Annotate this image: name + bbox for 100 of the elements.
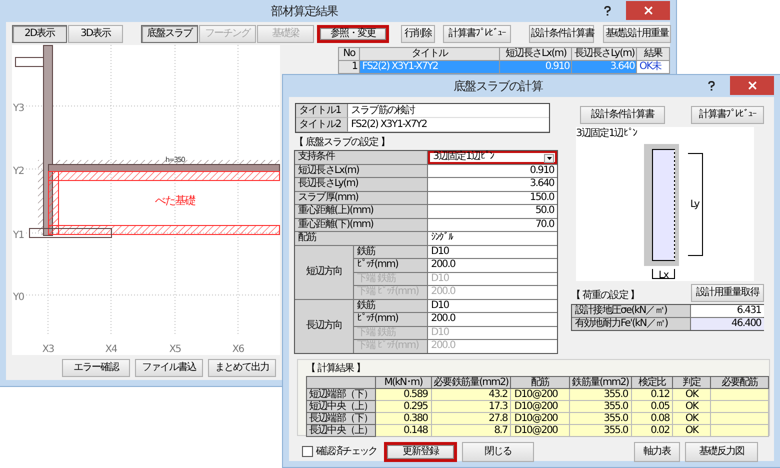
- table-cell: 355.0: [570, 400, 632, 412]
- dropdown-arrow-icon[interactable]: [544, 154, 554, 163]
- field-label: 配筋: [295, 232, 427, 244]
- number-field[interactable]: 70.0: [428, 218, 557, 231]
- table-cell: 0.380: [375, 412, 432, 424]
- value-field[interactable]: ｼﾝｸﾞﾙ: [428, 232, 557, 244]
- dimension-label: Lx: [658, 270, 668, 280]
- action-button[interactable]: 行削除: [401, 25, 435, 43]
- member-tab[interactable]: 底盤スラブ: [141, 25, 198, 43]
- field-label: ﾋﾟｯﾁ(mm): [354, 313, 427, 326]
- number-field[interactable]: 50.0: [428, 205, 557, 218]
- group-label: 長辺方向: [295, 300, 353, 352]
- dimension-bracket: [652, 268, 675, 279]
- column-header: 必要鉄筋量(mm2): [431, 376, 511, 388]
- view-button[interactable]: 2D表示: [12, 25, 67, 43]
- window-title: 部材算定結果: [270, 4, 339, 18]
- action-button[interactable]: まとめて出力: [208, 359, 276, 377]
- close-button[interactable]: [626, 0, 670, 20]
- number-field[interactable]: 3.640: [428, 178, 557, 190]
- field-label: 設計接地圧σe(kN／㎡): [572, 305, 690, 317]
- field-label: 短辺長さLx(m): [295, 164, 427, 177]
- help-icon[interactable]: [707, 80, 716, 92]
- row-header: 長辺端部（下）: [306, 412, 376, 424]
- support-condition-dropdown[interactable]: 3辺固定1辺ﾋﾟﾝ: [428, 151, 557, 164]
- footer-button[interactable]: 閉じる: [462, 442, 534, 462]
- field-label: ﾋﾟｯﾁ(mm): [354, 259, 427, 272]
- table-cell: 355.0: [570, 424, 632, 436]
- column-header: 結果: [636, 48, 670, 60]
- row-header: 長辺中央（上）: [306, 424, 376, 436]
- axis-label: Y2: [13, 166, 24, 177]
- action-button[interactable]: エラー確認: [62, 359, 130, 377]
- footer-button[interactable]: 軸力表: [634, 442, 680, 462]
- row-header: 短辺中央（上）: [306, 400, 376, 412]
- value-field[interactable]: D10: [428, 246, 557, 258]
- table-row[interactable]: 1 FS2(2) X3Y1-X7Y2 0.910 3.640 OK未: [338, 60, 670, 74]
- column-header: 短辺長さLx(m): [500, 48, 572, 60]
- text-field[interactable]: スラブ筋の検討: [348, 104, 549, 118]
- action-button[interactable]: 基礎設計用重量: [603, 25, 671, 43]
- field-label: スラブ厚(mm): [295, 192, 427, 204]
- table-cell: 17.3: [431, 400, 511, 412]
- section-heading: 【 計算結果 】: [306, 362, 366, 374]
- window-title: 底盤スラブの計算: [452, 79, 544, 93]
- dimension-label: Ly: [690, 199, 699, 210]
- field-label: 重心距離(上)(mm): [295, 205, 427, 218]
- table-cell: D10@200: [510, 412, 570, 424]
- value-field[interactable]: 200.0: [428, 313, 557, 326]
- row-header: 短辺端部（下）: [306, 388, 376, 400]
- axis-label: X4: [105, 344, 117, 355]
- close-icon: [748, 80, 756, 90]
- number-field[interactable]: 6.431: [691, 305, 764, 317]
- table-cell: FS2(2) X3Y1-X7Y2: [360, 60, 500, 74]
- column-header: 判定: [672, 376, 711, 388]
- table-cell: 0.589: [375, 388, 432, 400]
- table-cell: 27.8: [431, 412, 511, 424]
- column-header: 配筋: [510, 376, 570, 388]
- section-heading: 【 荷重の設定 】: [571, 289, 640, 302]
- column-header: M(kN･m): [375, 376, 432, 388]
- axis-label: Y1: [13, 230, 24, 241]
- field-label: 支持条件: [295, 151, 427, 164]
- column-header: 検定比: [631, 376, 673, 388]
- close-button[interactable]: [730, 76, 774, 94]
- footer-button[interactable]: 基礎反力図: [685, 442, 758, 462]
- table-cell: 3.640: [572, 60, 637, 74]
- load-button[interactable]: 設計用重量取得: [691, 284, 764, 302]
- view-button[interactable]: 3D表示: [68, 25, 123, 43]
- table-cell: 0.910: [500, 60, 572, 74]
- table-cell: 355.0: [570, 388, 632, 400]
- footer-button[interactable]: 更新登録: [384, 442, 457, 462]
- section-heading: 【 底盤スラブの設定 】: [294, 136, 391, 149]
- value-field[interactable]: D10: [428, 300, 557, 312]
- axis-label: X3: [42, 344, 54, 355]
- column-header: 鉄筋量(mm2): [570, 376, 632, 388]
- table-cell: 0.148: [375, 424, 432, 436]
- value-field[interactable]: 200.0: [428, 259, 557, 272]
- report-button[interactable]: 計算書ﾌﾟﾚﾋﾞｭｰ: [691, 106, 764, 124]
- table-cell: 43.2: [431, 388, 511, 400]
- axis-label: X6: [232, 344, 244, 355]
- table-cell: D10@200: [510, 400, 570, 412]
- action-button[interactable]: ファイル書込: [135, 359, 203, 377]
- axis-label: Y0: [13, 292, 24, 303]
- table-cell: 8.7: [431, 424, 511, 436]
- number-field[interactable]: 46.400: [691, 318, 764, 330]
- axis-label: X5: [169, 344, 181, 355]
- field-label: 鉄筋: [354, 246, 427, 258]
- field-label: 有効地耐力Fe'(kN／㎡): [572, 318, 690, 330]
- help-icon[interactable]: [603, 5, 612, 17]
- action-button[interactable]: 計算書ﾌﾟﾚﾋﾞｭｰ: [443, 25, 511, 43]
- column-header: 長辺長さLy(m): [572, 48, 637, 60]
- field-label: 長辺長さLy(m): [295, 178, 427, 190]
- field-label: タイトル2: [296, 118, 348, 132]
- field-label: 鉄筋: [354, 300, 427, 312]
- number-field[interactable]: 150.0: [428, 192, 557, 204]
- table-cell: 0.295: [375, 400, 432, 412]
- number-field[interactable]: 0.910: [428, 164, 557, 177]
- action-button[interactable]: 設計条件計算書: [529, 25, 594, 43]
- text-field[interactable]: FS2(2) X3Y1-X7Y2: [348, 118, 549, 132]
- checkbox[interactable]: [302, 446, 313, 457]
- report-button[interactable]: 設計条件計算書: [580, 106, 665, 124]
- table-cell: OK未: [636, 60, 670, 74]
- action-button[interactable]: 参照・変更: [317, 25, 389, 43]
